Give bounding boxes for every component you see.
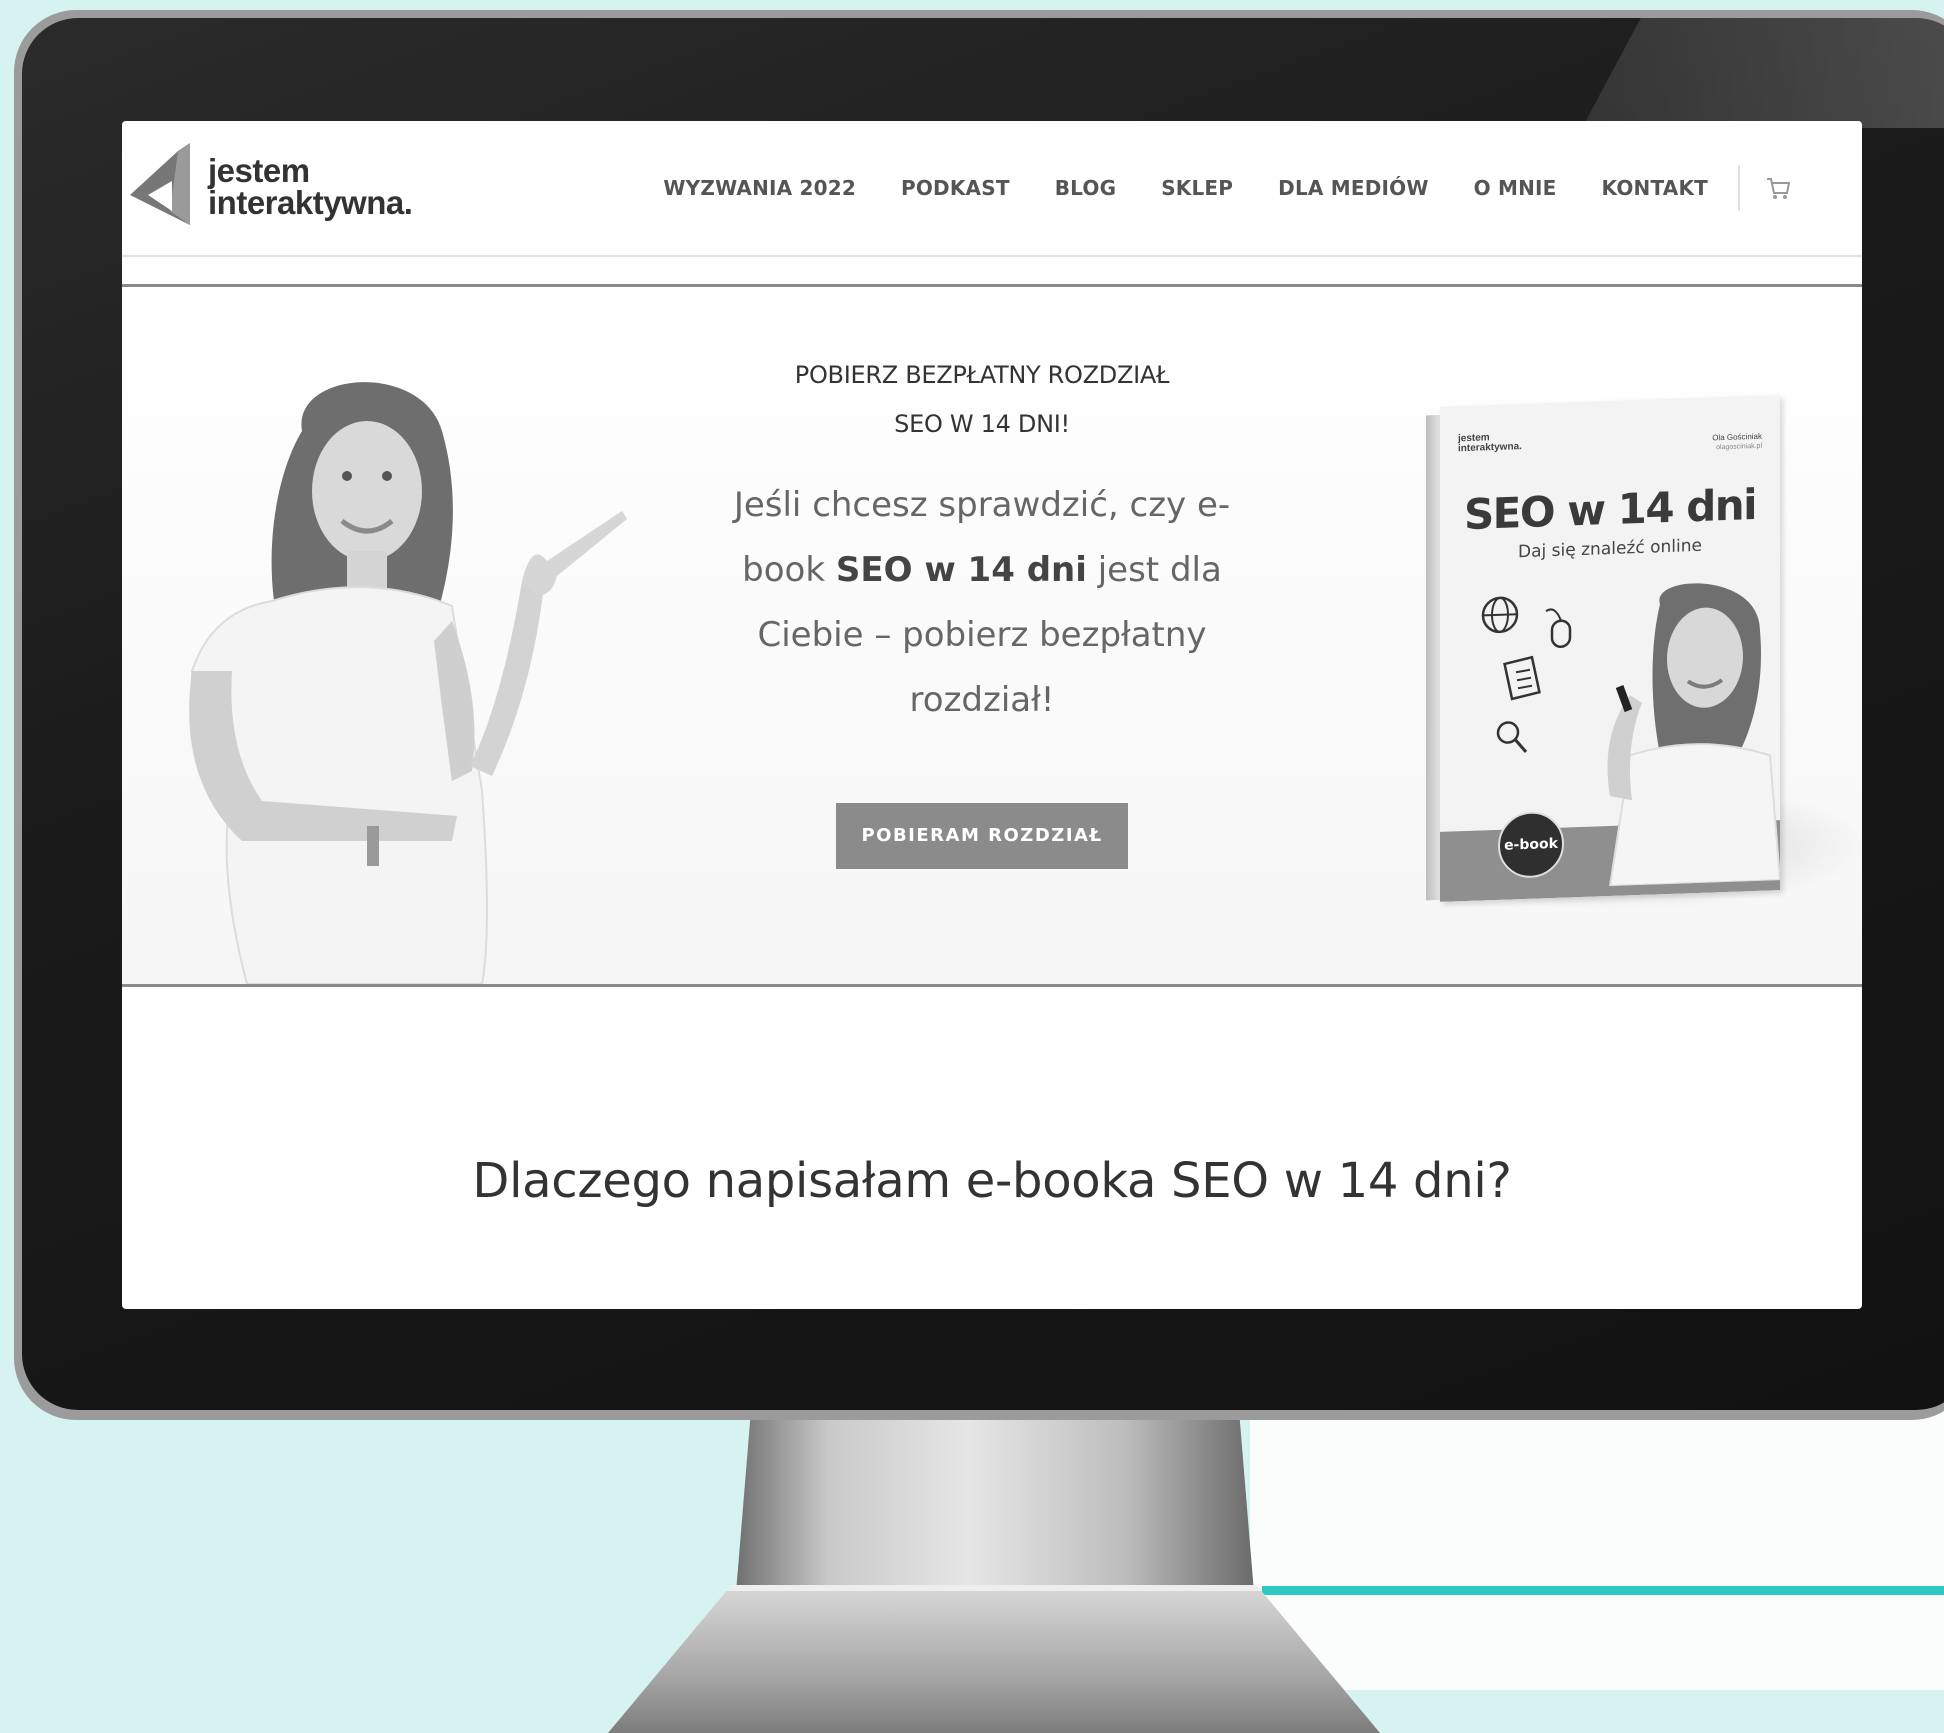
hero-kicker: POBIERZ BEZPŁATNY ROZDZIAŁ SEO W 14 DNI! (722, 351, 1242, 449)
book-author: Ola Gościniak olagosciniak.pl (1712, 432, 1762, 454)
nav-item-o-mnie[interactable]: O MNIE (1474, 176, 1557, 200)
nav-divider (1738, 165, 1740, 211)
logo-mark-icon (130, 143, 190, 225)
mouse-icon (1545, 608, 1572, 648)
book-title: SEO w 14 dni (1463, 479, 1757, 540)
download-chapter-button[interactable]: POBIERAM ROZDZIAŁ (836, 803, 1128, 869)
cart-icon[interactable] (1766, 174, 1790, 202)
nav-item-wyzwania[interactable]: WYZWANIA 2022 (663, 176, 856, 200)
hero-lead-bold: SEO w 14 dni (835, 550, 1087, 590)
website-screen: jestem interaktywna. WYZWANIA 2022 PODKA… (122, 121, 1862, 1309)
monitor-stand-base (608, 1585, 1380, 1733)
hero-lead-text: Jeśli chcesz sprawdzić, czy e-book SEO w… (722, 473, 1242, 733)
ebook-cover: jestem interaktywna. Ola Gościniak olago… (1426, 395, 1780, 902)
section-heading: Dlaczego napisałam e-booka SEO w 14 dni? (472, 1153, 1512, 1209)
book-logo-line-2: interaktywna. (1458, 441, 1522, 455)
hero-content: POBIERZ BEZPŁATNY ROZDZIAŁ SEO W 14 DNI!… (722, 351, 1242, 869)
nav-item-kontakt[interactable]: KONTAKT (1602, 176, 1708, 200)
hero-kicker-line-2: SEO W 14 DNI! (894, 410, 1070, 438)
site-header: jestem interaktywna. WYZWANIA 2022 PODKA… (122, 121, 1862, 257)
nav-item-blog[interactable]: BLOG (1055, 176, 1117, 200)
checklist-icon (1503, 655, 1541, 701)
book-cover-photo (1607, 583, 1780, 888)
site-logo[interactable]: jestem interaktywna. (128, 137, 448, 233)
screen-glare (1582, 18, 1944, 128)
hero-bottom-border (122, 984, 1862, 987)
monitor-stand-neck (735, 1415, 1255, 1605)
magnifier-icon (1496, 721, 1528, 753)
main-nav: WYZWANIA 2022 PODKAST BLOG SKLEP DLA MED… (618, 163, 1790, 213)
accent-line (1262, 1586, 1944, 1595)
globe-icon (1481, 596, 1519, 634)
logo-line-2: interaktywna. (208, 184, 413, 221)
book-logo: jestem interaktywna. (1458, 432, 1522, 454)
author-photo (189, 382, 627, 984)
nav-item-dla-mediow[interactable]: DLA MEDIÓW (1278, 176, 1428, 200)
hero-kicker-line-1: POBIERZ BEZPŁATNY ROZDZIAŁ (794, 361, 1170, 389)
nav-item-podkast[interactable]: PODKAST (901, 176, 1010, 200)
book-face: jestem interaktywna. Ola Gościniak olago… (1440, 395, 1780, 902)
hero-top-border (122, 284, 1862, 287)
nav-item-sklep[interactable]: SKLEP (1161, 176, 1233, 200)
book-author-site: olagosciniak.pl (1716, 442, 1762, 452)
